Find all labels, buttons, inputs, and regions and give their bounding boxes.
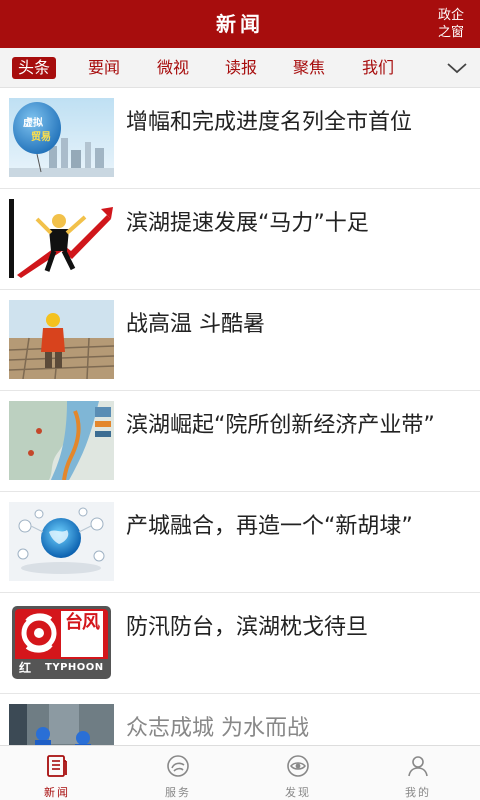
typhoon-badge-top: 台风	[65, 612, 100, 633]
flood-workers-image	[9, 704, 114, 745]
news-item[interactable]: 台风 红 TYPHOON 防汛防台，滨湖枕戈待旦	[0, 593, 480, 694]
chevron-down-icon[interactable]	[446, 58, 468, 78]
category-tabs: 头条 要闻 微视 读报 聚焦 我们	[0, 48, 480, 88]
news-headline: 产城融合，再造一个“新胡埭”	[126, 514, 413, 539]
svg-text:贸易: 贸易	[31, 130, 51, 143]
tab-read-paper[interactable]: 读报	[225, 48, 257, 88]
news-item[interactable]: 滨湖提速发展“马力”十足	[0, 189, 480, 290]
balloon-city-image: 虚拟 贸易	[9, 98, 114, 177]
news-item[interactable]: 众志成城 为水而战	[0, 694, 480, 745]
gov-window-button[interactable]: 政企 之窗	[436, 7, 466, 41]
tab-focus[interactable]: 聚焦	[293, 48, 325, 88]
news-item[interactable]: 虚拟 贸易 增幅和完成进度名列全市首位	[0, 88, 480, 189]
news-headline: 增幅和完成进度名列全市首位	[126, 110, 413, 135]
news-item[interactable]: 战高温 斗酷暑	[0, 290, 480, 391]
app-screen: 新闻 政企 之窗 头条 要闻 微视 读报 聚焦 我们 虚拟 贸易 增幅和完成进度…	[0, 0, 480, 800]
bottom-tabbar: 新闻 服务 发现 我的	[0, 745, 480, 800]
tab-micro-video[interactable]: 微视	[157, 48, 189, 88]
person-icon	[408, 756, 428, 777]
tabbar-news[interactable]: 新闻	[17, 746, 97, 800]
gov-window-line1: 政企	[437, 8, 464, 23]
news-headline: 滨湖崛起“院所创新经济产业带”	[126, 413, 435, 438]
tabbar-service[interactable]: 服务	[138, 746, 218, 800]
typhoon-badge-left: 红	[19, 661, 32, 675]
service-icon	[167, 755, 189, 777]
news-list: 虚拟 贸易 增幅和完成进度名列全市首位 滨湖提速发展“马力”十足 战高温 斗酷暑…	[0, 88, 480, 745]
globe-network-image	[9, 502, 114, 581]
typhoon-warning-image: 台风 红 TYPHOON	[9, 603, 114, 682]
discover-icon	[287, 755, 309, 777]
news-headline: 滨湖提速发展“马力”十足	[126, 211, 369, 236]
tabbar-mine-label: 我的	[405, 786, 431, 799]
rising-arrow-man-image	[9, 199, 114, 278]
news-headline: 防汛防台，滨湖枕戈待旦	[126, 615, 369, 640]
tabbar-mine[interactable]: 我的	[378, 746, 458, 800]
construction-worker-image	[9, 300, 114, 379]
news-headline: 战高温 斗酷暑	[126, 312, 265, 337]
news-item[interactable]: 滨湖崛起“院所创新经济产业带”	[0, 391, 480, 492]
tabbar-service-label: 服务	[165, 786, 191, 799]
svg-text:虚拟: 虚拟	[23, 116, 43, 129]
tab-headlines[interactable]: 头条	[12, 57, 57, 79]
gov-window-line2: 之窗	[437, 25, 464, 40]
map-image	[9, 401, 114, 480]
top-header: 新闻 政企 之窗	[0, 0, 480, 48]
news-item[interactable]: 产城融合，再造一个“新胡埭”	[0, 492, 480, 593]
typhoon-badge-bottom: TYPHOON	[45, 662, 104, 673]
tabbar-discover-label: 发现	[285, 786, 311, 799]
tabbar-discover[interactable]: 发现	[258, 746, 338, 800]
tab-key-news[interactable]: 要闻	[88, 48, 120, 88]
tabbar-news-label: 新闻	[44, 786, 70, 799]
news-headline: 众志成城 为水而战	[126, 716, 309, 741]
tab-about-us[interactable]: 我们	[362, 48, 394, 88]
page-title: 新闻	[216, 12, 264, 36]
newspaper-icon	[47, 755, 67, 777]
